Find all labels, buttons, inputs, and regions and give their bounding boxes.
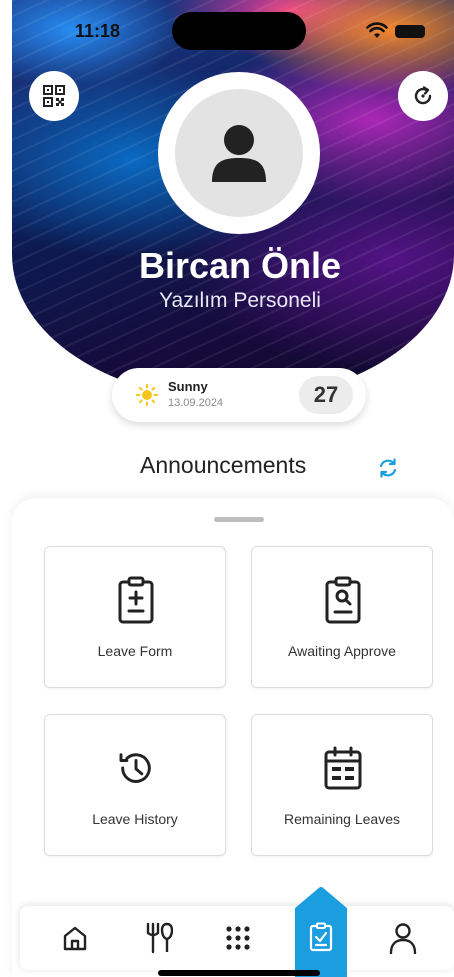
profile-icon	[389, 923, 417, 954]
document-plus-icon	[118, 576, 154, 624]
announcements-refresh-icon[interactable]	[377, 457, 399, 479]
dynamic-island	[172, 12, 306, 50]
weather-card: Sunny 13.09.2024 27	[112, 368, 366, 422]
leave-history-tile[interactable]: Leave History	[44, 714, 226, 856]
sun-icon	[136, 384, 158, 406]
nav-profile[interactable]	[378, 906, 428, 970]
profile-role: Yazılım Personeli	[159, 289, 321, 312]
refresh-button[interactable]	[398, 71, 448, 121]
qr-code-icon	[43, 85, 65, 107]
battery-icon	[395, 25, 425, 38]
announcements-title: Announcements	[140, 452, 307, 478]
user-icon	[212, 125, 266, 182]
document-search-icon	[325, 576, 361, 624]
leave-clipboard-icon	[309, 922, 333, 952]
apps-grid-icon	[226, 926, 250, 950]
bottom-nav	[20, 887, 454, 977]
status-time: 11:18	[75, 21, 121, 41]
nav-restaurant[interactable]	[133, 906, 183, 970]
temperature-badge: 27	[299, 376, 353, 414]
calendar-icon	[324, 746, 362, 790]
remaining-leaves-label: Remaining Leaves	[284, 811, 400, 827]
leave-form-tile[interactable]: Leave Form	[44, 546, 226, 688]
awaiting-approve-label: Awaiting Approve	[288, 643, 396, 659]
awaiting-approve-tile[interactable]: Awaiting Approve	[251, 546, 433, 688]
home-icon	[63, 926, 87, 951]
weather-condition: Sunny	[168, 379, 208, 394]
leave-form-label: Leave Form	[97, 643, 173, 659]
sheet-drag-handle[interactable]	[214, 517, 264, 522]
nav-apps[interactable]	[213, 906, 263, 970]
home-indicator	[158, 970, 320, 976]
nav-home[interactable]	[50, 906, 100, 970]
avatar-placeholder	[175, 89, 303, 217]
wifi-icon	[366, 22, 388, 38]
avatar[interactable]	[158, 72, 320, 234]
refresh-icon	[414, 86, 432, 105]
leave-history-label: Leave History	[92, 811, 178, 827]
qr-code-button[interactable]	[29, 71, 79, 121]
profile-name: Bircan Önle	[138, 245, 342, 286]
restaurant-icon	[146, 922, 173, 954]
remaining-leaves-tile[interactable]: Remaining Leaves	[251, 714, 433, 856]
history-icon	[119, 753, 151, 783]
status-bar: 11:18	[0, 0, 454, 60]
weather-date: 13.09.2024	[168, 397, 224, 409]
nav-leave-active[interactable]	[295, 886, 347, 977]
